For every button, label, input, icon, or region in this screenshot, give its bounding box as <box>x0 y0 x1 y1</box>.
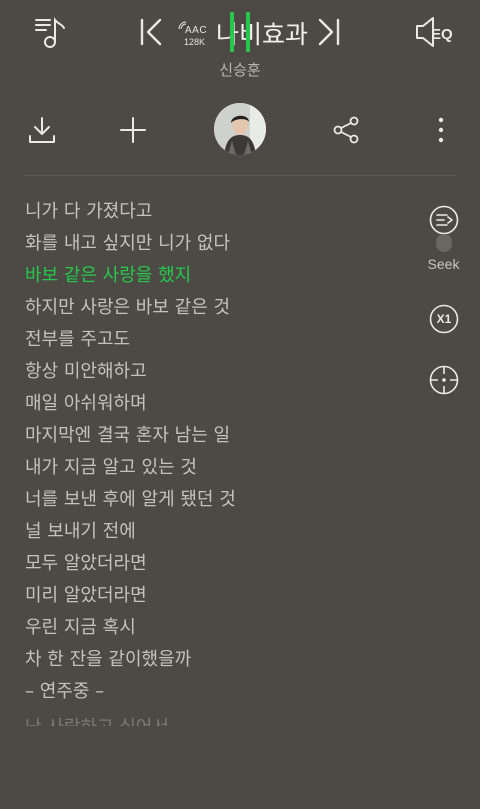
plus-icon <box>120 117 146 143</box>
header-divider <box>24 175 456 176</box>
previous-track-button[interactable] <box>126 0 174 64</box>
lyric-line[interactable]: 너를 보낸 후에 알게 됐던 것 <box>25 484 425 516</box>
more-options-button[interactable] <box>421 110 461 150</box>
share-button[interactable] <box>326 110 366 150</box>
lyric-line[interactable]: 마지막엔 결국 혼자 남는 일 <box>25 420 425 452</box>
lyric-line[interactable]: 차 한 잔을 같이했을까 <box>25 644 425 676</box>
playlist-button[interactable] <box>26 0 74 64</box>
artist-avatar[interactable] <box>214 103 266 155</box>
pause-icon <box>230 12 250 52</box>
download-icon <box>29 117 55 143</box>
speed-button[interactable]: X1 <box>422 297 466 341</box>
lyric-line[interactable]: 하지만 사랑은 바보 같은 것 <box>25 292 425 324</box>
codec-bitrate: 128K <box>184 37 206 47</box>
lyric-line[interactable]: 매일 아쉬워하며 <box>25 388 425 420</box>
lyric-line[interactable]: 난 사랑하고 싶어서 <box>25 718 425 727</box>
lyric-line[interactable]: 널 보내기 전에 <box>25 516 425 548</box>
codec-badge: AAC 128K <box>178 21 210 48</box>
locate-current-line-button[interactable] <box>422 358 466 402</box>
next-icon <box>318 18 340 46</box>
previous-icon <box>140 18 162 46</box>
lyric-line[interactable]: 내가 지금 알고 있는 것 <box>25 452 425 484</box>
lyric-line[interactable]: 모두 알았더라면 <box>25 548 425 580</box>
pause-button[interactable] <box>214 0 266 64</box>
seek-label: Seek <box>427 256 460 272</box>
artist-photo <box>214 103 266 155</box>
lyric-line[interactable]: – 연주중 – <box>25 676 425 708</box>
next-track-button[interactable] <box>306 0 354 64</box>
seek-toggle[interactable] <box>436 234 452 252</box>
codec-format: AAC <box>185 25 208 36</box>
lyric-line-current[interactable]: 바보 같은 사랑을 했지 <box>25 260 425 292</box>
share-icon <box>333 116 359 144</box>
lyric-line[interactable]: 항상 미안해하고 <box>25 356 425 388</box>
lyric-line[interactable]: 니가 다 가졌다고 <box>25 196 425 228</box>
svg-text:EQ: EQ <box>431 26 453 43</box>
speaker-eq-icon: EQ <box>416 17 453 47</box>
lyric-line[interactable]: 우린 지금 혹시 <box>25 612 425 644</box>
playlist-music-icon <box>35 17 65 48</box>
list-arrow-icon <box>429 205 459 235</box>
crosshair-icon <box>429 365 459 395</box>
download-button[interactable] <box>22 110 62 150</box>
add-to-playlist-button[interactable] <box>113 110 153 150</box>
lyric-line[interactable]: 전부를 주고도 <box>25 324 425 356</box>
lyric-line[interactable]: 화를 내고 싶지만 니가 없다 <box>25 228 425 260</box>
lyrics-panel[interactable]: 니가 다 가졌다고 화를 내고 싶지만 니가 없다 바보 같은 사랑을 했지 하… <box>25 196 425 726</box>
lyric-line[interactable]: 미리 알았더라면 <box>25 580 425 612</box>
speed-label: X1 <box>436 312 452 326</box>
equalizer-button[interactable]: EQ <box>406 0 462 64</box>
more-vertical-icon <box>438 117 444 143</box>
